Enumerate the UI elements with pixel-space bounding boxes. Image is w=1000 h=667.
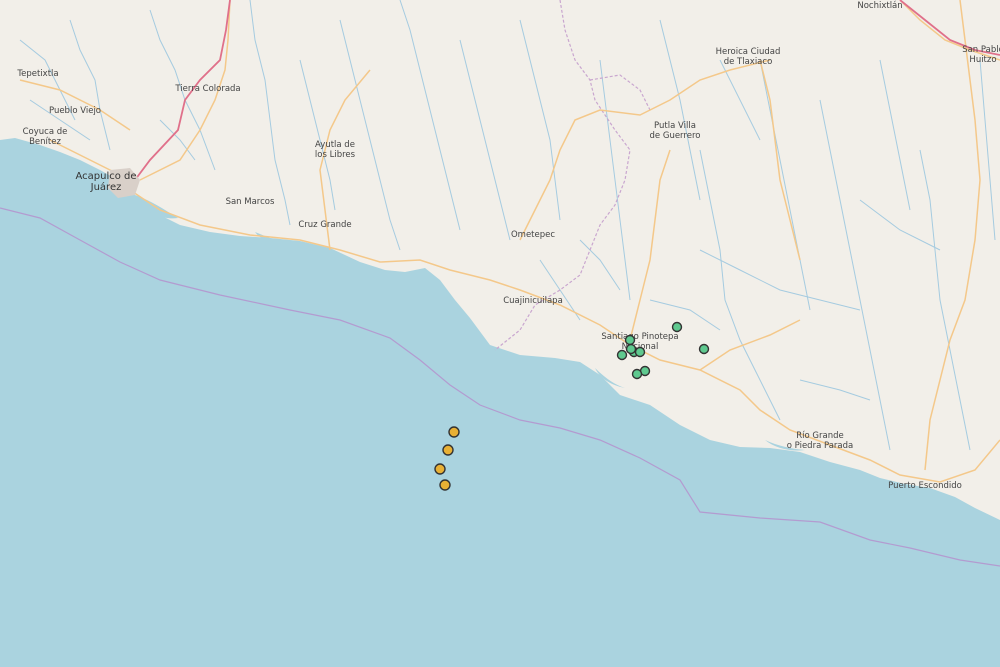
map-marker-land[interactable] <box>624 334 636 346</box>
land-markers <box>616 321 710 380</box>
map-marker-sea[interactable] <box>448 426 460 438</box>
label-ayutla-de-los-libres: Ayutla de los Libres <box>315 140 356 160</box>
label-coyuca-de-benitez: Coyuca de Benítez <box>23 127 68 147</box>
map-marker-land[interactable] <box>631 368 643 380</box>
map-marker-land[interactable] <box>698 343 710 355</box>
label-nochixtlan: Nochixtlán <box>857 1 902 11</box>
label-tepetixtla: Tepetixtla <box>16 69 58 79</box>
label-pueblo-viejo: Pueblo Viejo <box>49 106 101 116</box>
label-tierra-colorada: Tierra Colorada <box>174 84 240 94</box>
map-canvas[interactable]: Nochixtlán San Pablo Huitzo Tepetixtla Ti… <box>0 0 1000 667</box>
map-marker-sea[interactable] <box>434 463 446 475</box>
highway <box>124 0 231 196</box>
label-san-marcos: San Marcos <box>226 197 275 207</box>
label-cruz-grande: Cruz Grande <box>298 220 351 230</box>
map-marker-land[interactable] <box>671 321 683 333</box>
map-marker-sea[interactable] <box>439 479 451 491</box>
map-marker-land[interactable] <box>625 343 637 355</box>
map-view[interactable]: Nochixtlán San Pablo Huitzo Tepetixtla Ti… <box>0 0 1000 667</box>
pacific-ocean <box>0 138 1000 667</box>
label-puerto-escondido: Puerto Escondido <box>888 481 962 491</box>
label-putla-villa-de-guerrero: Putla Villa de Guerrero <box>650 121 701 141</box>
label-heroica-ciudad-de-tlaxiaco: Heroica Ciudad de Tlaxiaco <box>716 47 781 67</box>
map-marker-sea[interactable] <box>442 444 454 456</box>
label-ometepec: Ometepec <box>511 230 555 240</box>
map-marker-land[interactable] <box>634 346 646 358</box>
label-rio-grande-o-piedra-parada: Río Grande o Piedra Parada <box>787 431 854 451</box>
map-marker-land[interactable] <box>616 349 628 361</box>
label-cuajinicuilapa: Cuajinicuilapa <box>503 296 563 306</box>
